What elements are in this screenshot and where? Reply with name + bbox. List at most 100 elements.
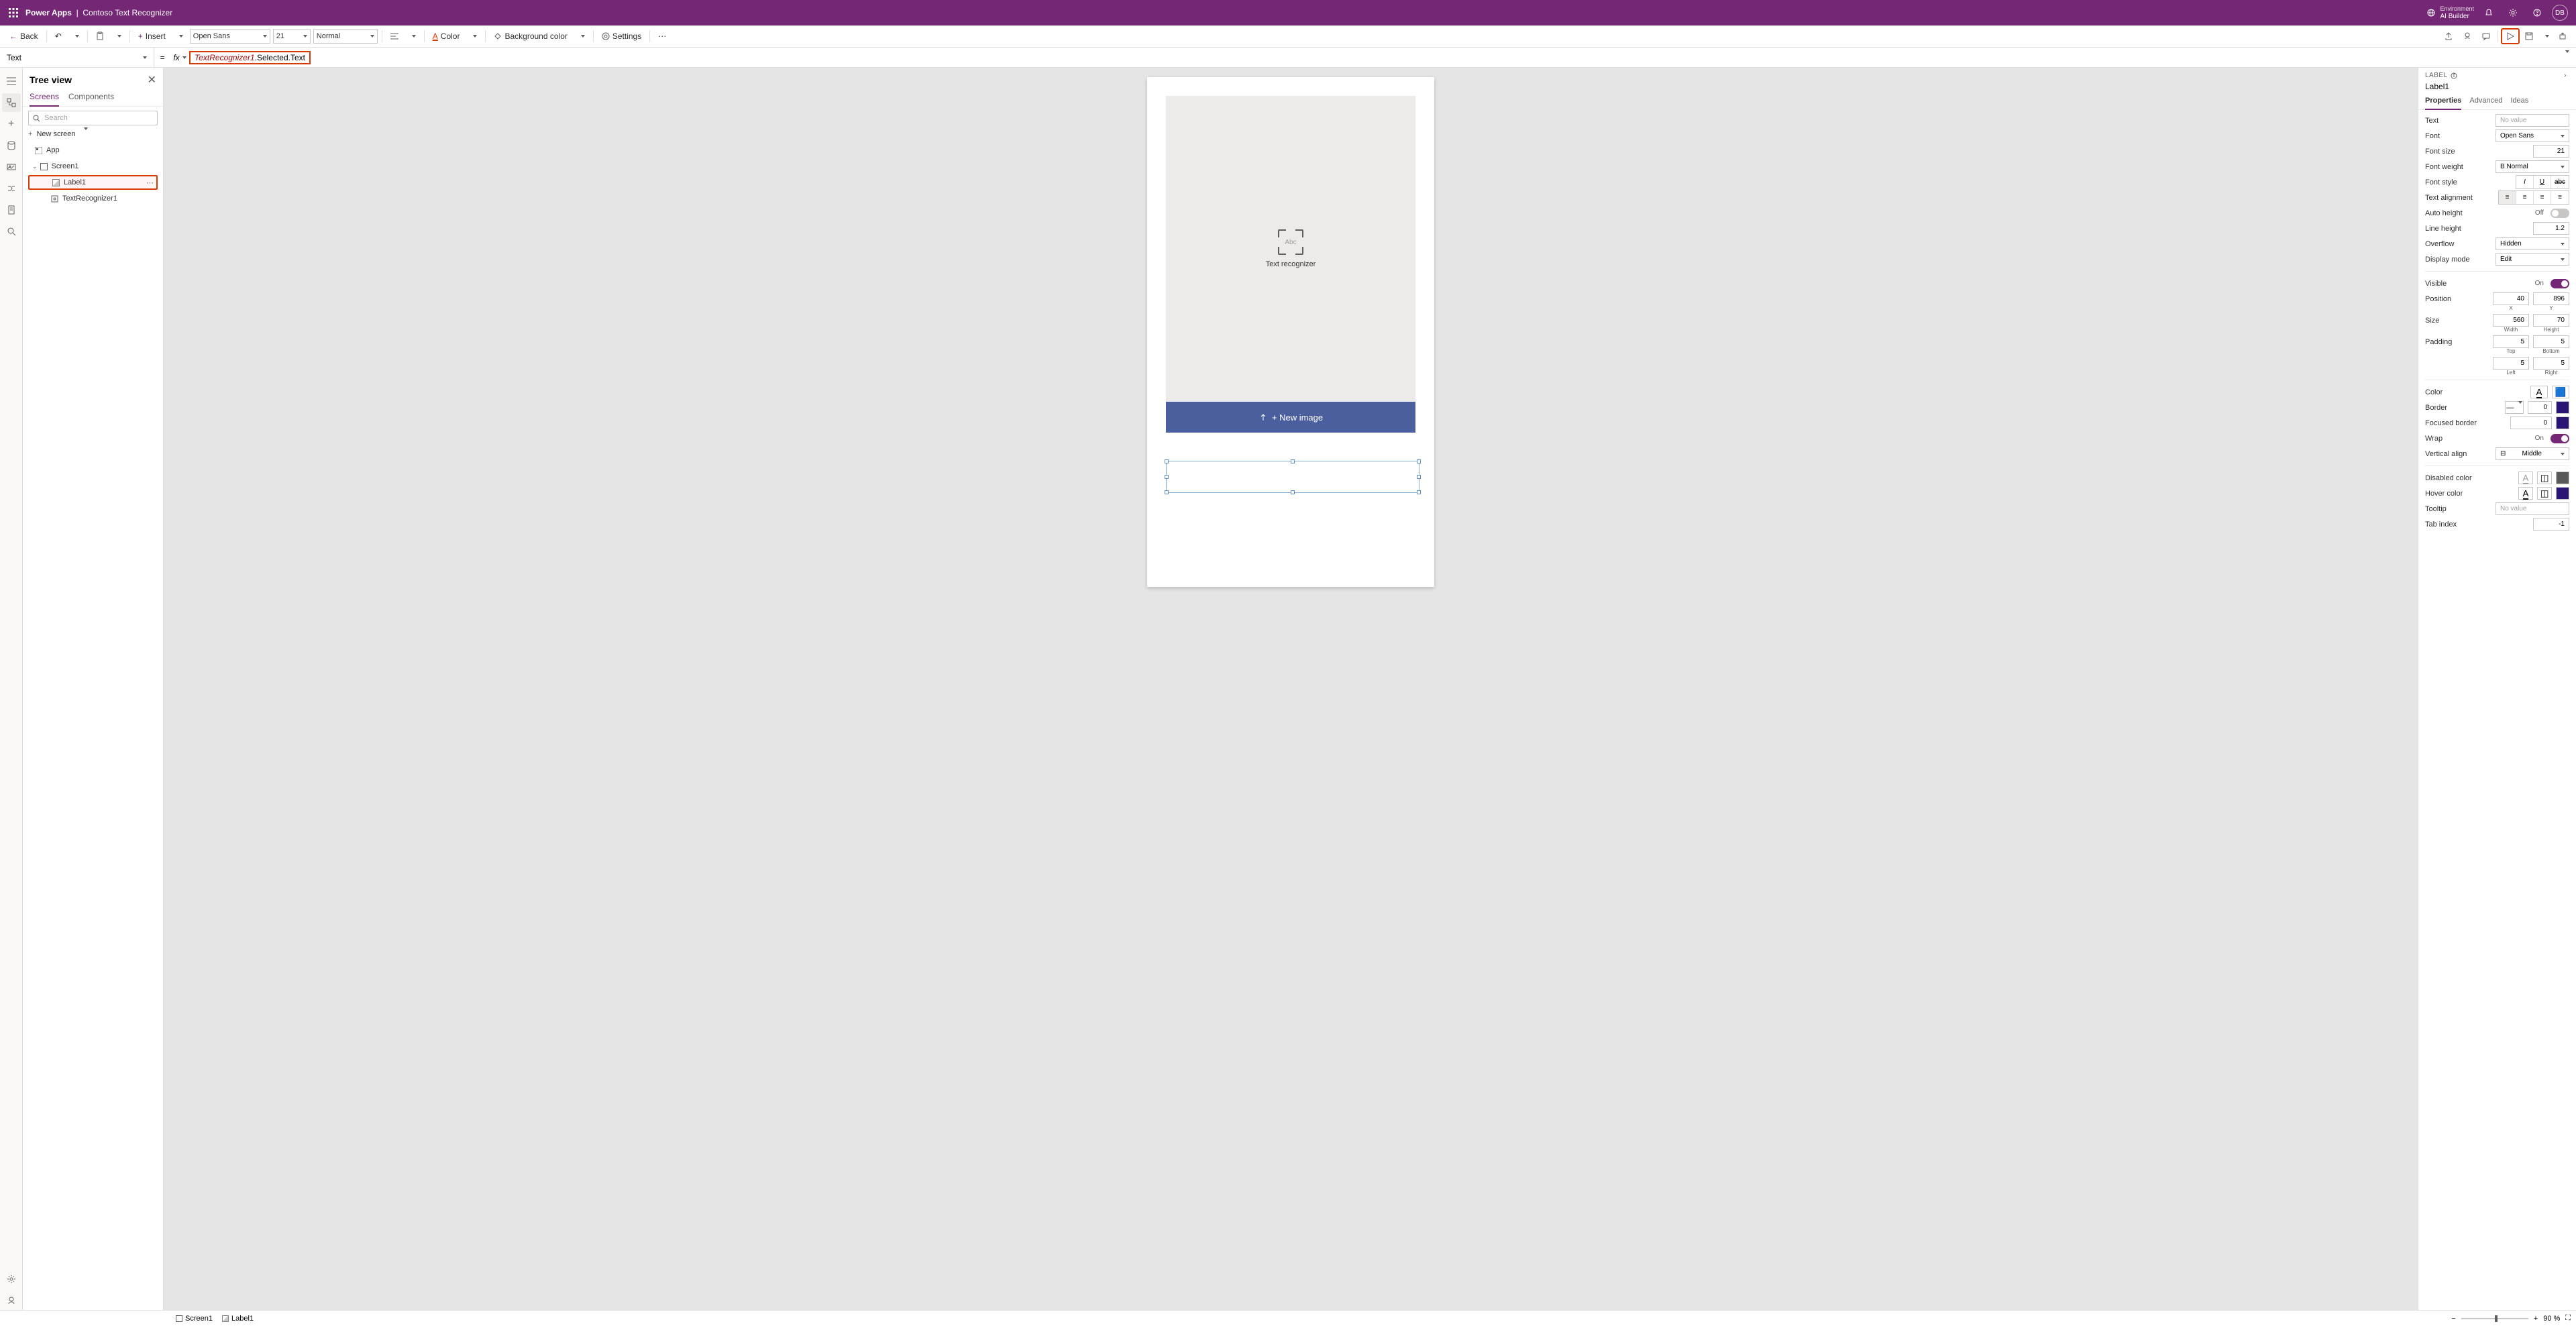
undo-button[interactable]: ↶	[51, 30, 66, 42]
align-left-button[interactable]: ≡	[2499, 191, 2516, 204]
bgcolor-split[interactable]	[574, 34, 589, 39]
tree-item-screen1[interactable]: ⌄ Screen1	[28, 159, 158, 174]
tree-item-label1[interactable]: Label1 ⋯	[28, 175, 158, 190]
settings-icon[interactable]	[2504, 3, 2522, 22]
rail-hamburger-icon[interactable]	[2, 72, 21, 91]
prop-color-font[interactable]: A	[2530, 386, 2548, 398]
rail-settings-icon[interactable]	[2, 1270, 21, 1288]
align-button[interactable]	[386, 32, 402, 41]
undo-split[interactable]	[68, 34, 83, 39]
align-split[interactable]	[405, 34, 420, 39]
italic-button[interactable]: I	[2516, 176, 2534, 188]
tab-components[interactable]: Components	[68, 89, 114, 106]
prop-control-name[interactable]: Label1	[2418, 80, 2576, 94]
prop-padding-r[interactable]: 5	[2533, 357, 2569, 370]
color-button[interactable]: AColor	[429, 30, 464, 42]
underline-button[interactable]: U	[2534, 176, 2551, 188]
tab-advanced[interactable]: Advanced	[2469, 94, 2502, 109]
rail-insert-icon[interactable]: +	[2, 115, 21, 133]
strike-button[interactable]: abc	[2551, 176, 2569, 188]
prop-position-y[interactable]: 896	[2533, 292, 2569, 305]
bgcolor-button[interactable]: Background color	[490, 30, 571, 42]
formula-input[interactable]: TextRecognizer1.Selected.Text	[189, 51, 311, 64]
rail-data-icon[interactable]	[2, 136, 21, 155]
rail-virtual-agent-icon[interactable]	[2, 1291, 21, 1310]
prop-border-width[interactable]: 0	[2528, 401, 2552, 414]
fx-button[interactable]: fx	[170, 53, 189, 62]
tab-screens[interactable]: Screens	[30, 89, 59, 107]
prop-padding-b[interactable]: 5	[2533, 335, 2569, 348]
tree-close-icon[interactable]: ✕	[148, 73, 156, 87]
comments-button[interactable]	[2477, 30, 2495, 42]
insert-button[interactable]: +Insert	[134, 30, 170, 42]
rail-media-icon[interactable]	[2, 158, 21, 176]
prop-size-w[interactable]: 560	[2493, 314, 2529, 327]
preview-button[interactable]	[2504, 31, 2517, 42]
prop-size-h[interactable]: 70	[2533, 314, 2569, 327]
formula-expand[interactable]	[2556, 53, 2576, 62]
zoom-slider[interactable]	[2461, 1318, 2528, 1319]
insert-split[interactable]	[172, 34, 187, 39]
prop-displaymode-input[interactable]: Edit	[2496, 253, 2569, 266]
zoom-out-button[interactable]: −	[2451, 1315, 2455, 1323]
prop-text-input[interactable]: No value	[2496, 114, 2569, 127]
paste-button[interactable]	[92, 30, 108, 42]
tree-item-more-icon[interactable]: ⋯	[146, 178, 154, 187]
publish-button[interactable]	[2555, 31, 2571, 42]
new-image-button[interactable]: + New image	[1166, 402, 1415, 433]
checker-button[interactable]	[2459, 30, 2476, 42]
color-split[interactable]	[466, 34, 481, 39]
prop-padding-t[interactable]: 5	[2493, 335, 2529, 348]
rail-advanced-icon[interactable]	[2, 201, 21, 219]
fit-screen-button[interactable]: ⛶	[2565, 1314, 2571, 1323]
prop-hover-border[interactable]	[2556, 487, 2569, 500]
prop-disabled-fill[interactable]: ◫	[2537, 472, 2552, 484]
paste-split[interactable]	[111, 34, 125, 39]
zoom-in-button[interactable]: +	[2534, 1315, 2538, 1323]
prop-valign-input[interactable]: ⊟ Middle	[2496, 447, 2569, 460]
font-weight-dropdown[interactable]: Normal	[313, 29, 378, 44]
new-screen-button[interactable]: +New screen	[28, 127, 158, 142]
more-toolbar[interactable]: ⋯	[654, 30, 670, 42]
prop-focused-width[interactable]: 0	[2510, 417, 2552, 429]
panel-expand-icon[interactable]: ›	[2564, 72, 2567, 79]
prop-border-color[interactable]	[2556, 401, 2569, 414]
prop-lineheight-input[interactable]: 1.2	[2533, 222, 2569, 235]
align-right-button[interactable]: ≡	[2534, 191, 2551, 204]
save-button[interactable]	[2521, 31, 2537, 42]
prop-hover-fill[interactable]: ◫	[2537, 487, 2552, 500]
help-icon[interactable]	[2528, 3, 2546, 22]
tree-item-app[interactable]: App	[28, 143, 158, 158]
prop-tabindex-input[interactable]: -1	[2533, 518, 2569, 531]
prop-font-input[interactable]: Open Sans	[2496, 129, 2569, 142]
prop-position-x[interactable]: 40	[2493, 292, 2529, 305]
prop-tooltip-input[interactable]: No value	[2496, 502, 2569, 515]
phone-screen[interactable]: Abc Text recognizer + New image	[1147, 77, 1434, 587]
prop-disabled-font[interactable]: A	[2518, 472, 2533, 484]
tab-properties[interactable]: Properties	[2425, 94, 2461, 110]
align-justify-button[interactable]: ≡	[2551, 191, 2569, 204]
tree-item-textrecognizer[interactable]: TextRecognizer1	[28, 191, 158, 206]
font-size-dropdown[interactable]: 21	[273, 29, 311, 44]
user-avatar[interactable]: DB	[2552, 5, 2568, 21]
tab-ideas[interactable]: Ideas	[2510, 94, 2528, 109]
canvas[interactable]: Abc Text recognizer + New image	[164, 68, 2418, 1310]
back-button[interactable]: ←Back	[5, 30, 42, 42]
breadcrumb-label[interactable]: Label1	[222, 1315, 254, 1323]
caret-down-icon[interactable]: ⌄	[32, 163, 38, 170]
rail-search-icon[interactable]	[2, 222, 21, 241]
prop-padding-l[interactable]: 5	[2493, 357, 2529, 370]
settings-button[interactable]: Settings	[598, 30, 645, 42]
font-family-dropdown[interactable]: Open Sans	[190, 29, 270, 44]
tree-search-input[interactable]: Search	[28, 111, 158, 125]
label1-control[interactable]	[1166, 461, 1419, 493]
notifications-icon[interactable]	[2479, 3, 2498, 22]
prop-border-style[interactable]: —	[2505, 401, 2524, 414]
waffle-icon[interactable]	[4, 3, 23, 22]
rail-flow-icon[interactable]	[2, 179, 21, 198]
text-recognizer-control[interactable]: Abc Text recognizer + New image	[1166, 96, 1415, 433]
rail-tree-icon[interactable]	[2, 93, 21, 112]
prop-color-fill[interactable]: 🟦	[2552, 386, 2569, 398]
prop-wrap-toggle[interactable]	[2551, 434, 2569, 443]
prop-autoheight-toggle[interactable]	[2551, 209, 2569, 218]
